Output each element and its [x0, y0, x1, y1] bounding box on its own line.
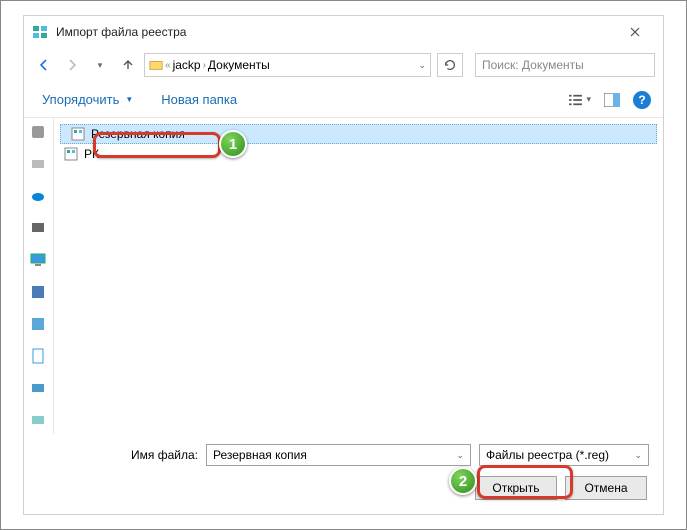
view-options-button[interactable]: ▾	[569, 89, 591, 111]
filename-label: Имя файла:	[38, 448, 198, 462]
annotation-badge: 1	[219, 130, 247, 158]
chevron-down-icon[interactable]: ⌄	[418, 60, 426, 71]
preview-pane-button[interactable]	[601, 89, 623, 111]
sidebar	[24, 118, 54, 434]
chevron-down-icon: ⌄	[456, 450, 464, 461]
window-title: Импорт файла реестра	[56, 25, 615, 39]
refresh-button[interactable]	[437, 53, 463, 77]
file-dialog: Импорт файла реестра ▾ « jackp › Докумен…	[23, 15, 664, 515]
chevron-left-icon: «	[165, 60, 171, 71]
file-name: Резервная копия	[91, 127, 185, 141]
sidebar-item[interactable]	[30, 156, 48, 174]
forward-button[interactable]	[60, 53, 84, 77]
toolbar: Упорядочить ▼ Новая папка ▾ ?	[24, 82, 663, 118]
up-button[interactable]	[116, 53, 140, 77]
filetype-value: Файлы реестра (*.reg)	[486, 448, 609, 462]
arrow-up-icon	[120, 57, 136, 73]
chevron-down-icon: ▼	[125, 95, 133, 104]
breadcrumb-segment[interactable]: Документы	[208, 58, 270, 72]
file-item[interactable]: РК	[54, 144, 663, 164]
chevron-down-icon: ▾	[586, 94, 591, 105]
chevron-down-icon: ⌄	[634, 450, 642, 461]
search-placeholder: Поиск: Документы	[482, 58, 584, 72]
open-button[interactable]: Открыть	[475, 476, 557, 500]
sidebar-item-thispc[interactable]	[30, 252, 48, 270]
new-folder-label: Новая папка	[161, 92, 237, 107]
annotation-badge: 2	[449, 467, 477, 495]
organize-label: Упорядочить	[42, 92, 119, 107]
content-area: Резервная копия РК	[24, 118, 663, 434]
filename-input[interactable]: Резервная копия ⌄	[206, 444, 471, 466]
arrow-right-icon	[64, 57, 80, 73]
filename-value: Резервная копия	[213, 448, 307, 462]
file-list[interactable]: Резервная копия РК	[54, 118, 663, 434]
help-button[interactable]: ?	[633, 91, 651, 109]
preview-icon	[604, 93, 620, 107]
sidebar-item[interactable]	[30, 412, 48, 430]
close-icon	[630, 27, 640, 37]
file-item-selected[interactable]: Резервная копия	[60, 124, 657, 144]
breadcrumb-segment[interactable]: jackp	[173, 58, 201, 72]
registry-icon	[32, 24, 48, 40]
footer: Имя файла: Резервная копия ⌄ Файлы реест…	[24, 434, 663, 514]
recent-dropdown[interactable]: ▾	[88, 53, 112, 77]
organize-button[interactable]: Упорядочить ▼	[36, 86, 139, 114]
folder-icon	[149, 58, 163, 72]
file-name: РК	[84, 147, 99, 161]
titlebar: Импорт файла реестра	[24, 16, 663, 48]
sidebar-item[interactable]	[30, 380, 48, 398]
reg-file-icon	[64, 147, 78, 161]
breadcrumb[interactable]: « jackp › Документы ⌄	[144, 53, 431, 77]
sidebar-item-onedrive[interactable]	[30, 188, 48, 206]
search-input[interactable]: Поиск: Документы	[475, 53, 655, 77]
new-folder-button[interactable]: Новая папка	[155, 86, 243, 114]
back-button[interactable]	[32, 53, 56, 77]
arrow-left-icon	[36, 57, 52, 73]
filetype-select[interactable]: Файлы реестра (*.reg) ⌄	[479, 444, 649, 466]
sidebar-item[interactable]	[30, 220, 48, 238]
sidebar-item[interactable]	[30, 284, 48, 302]
sidebar-item[interactable]	[30, 124, 48, 142]
close-button[interactable]	[615, 18, 655, 46]
sidebar-item[interactable]	[30, 316, 48, 334]
list-view-icon	[569, 93, 584, 107]
refresh-icon	[443, 58, 457, 72]
cancel-button[interactable]: Отмена	[565, 476, 647, 500]
navbar: ▾ « jackp › Документы ⌄ Поиск: Документы	[24, 48, 663, 82]
chevron-down-icon: ▾	[98, 60, 103, 71]
sidebar-item[interactable]	[30, 348, 48, 366]
reg-file-icon	[71, 127, 85, 141]
chevron-right-icon: ›	[203, 60, 206, 71]
